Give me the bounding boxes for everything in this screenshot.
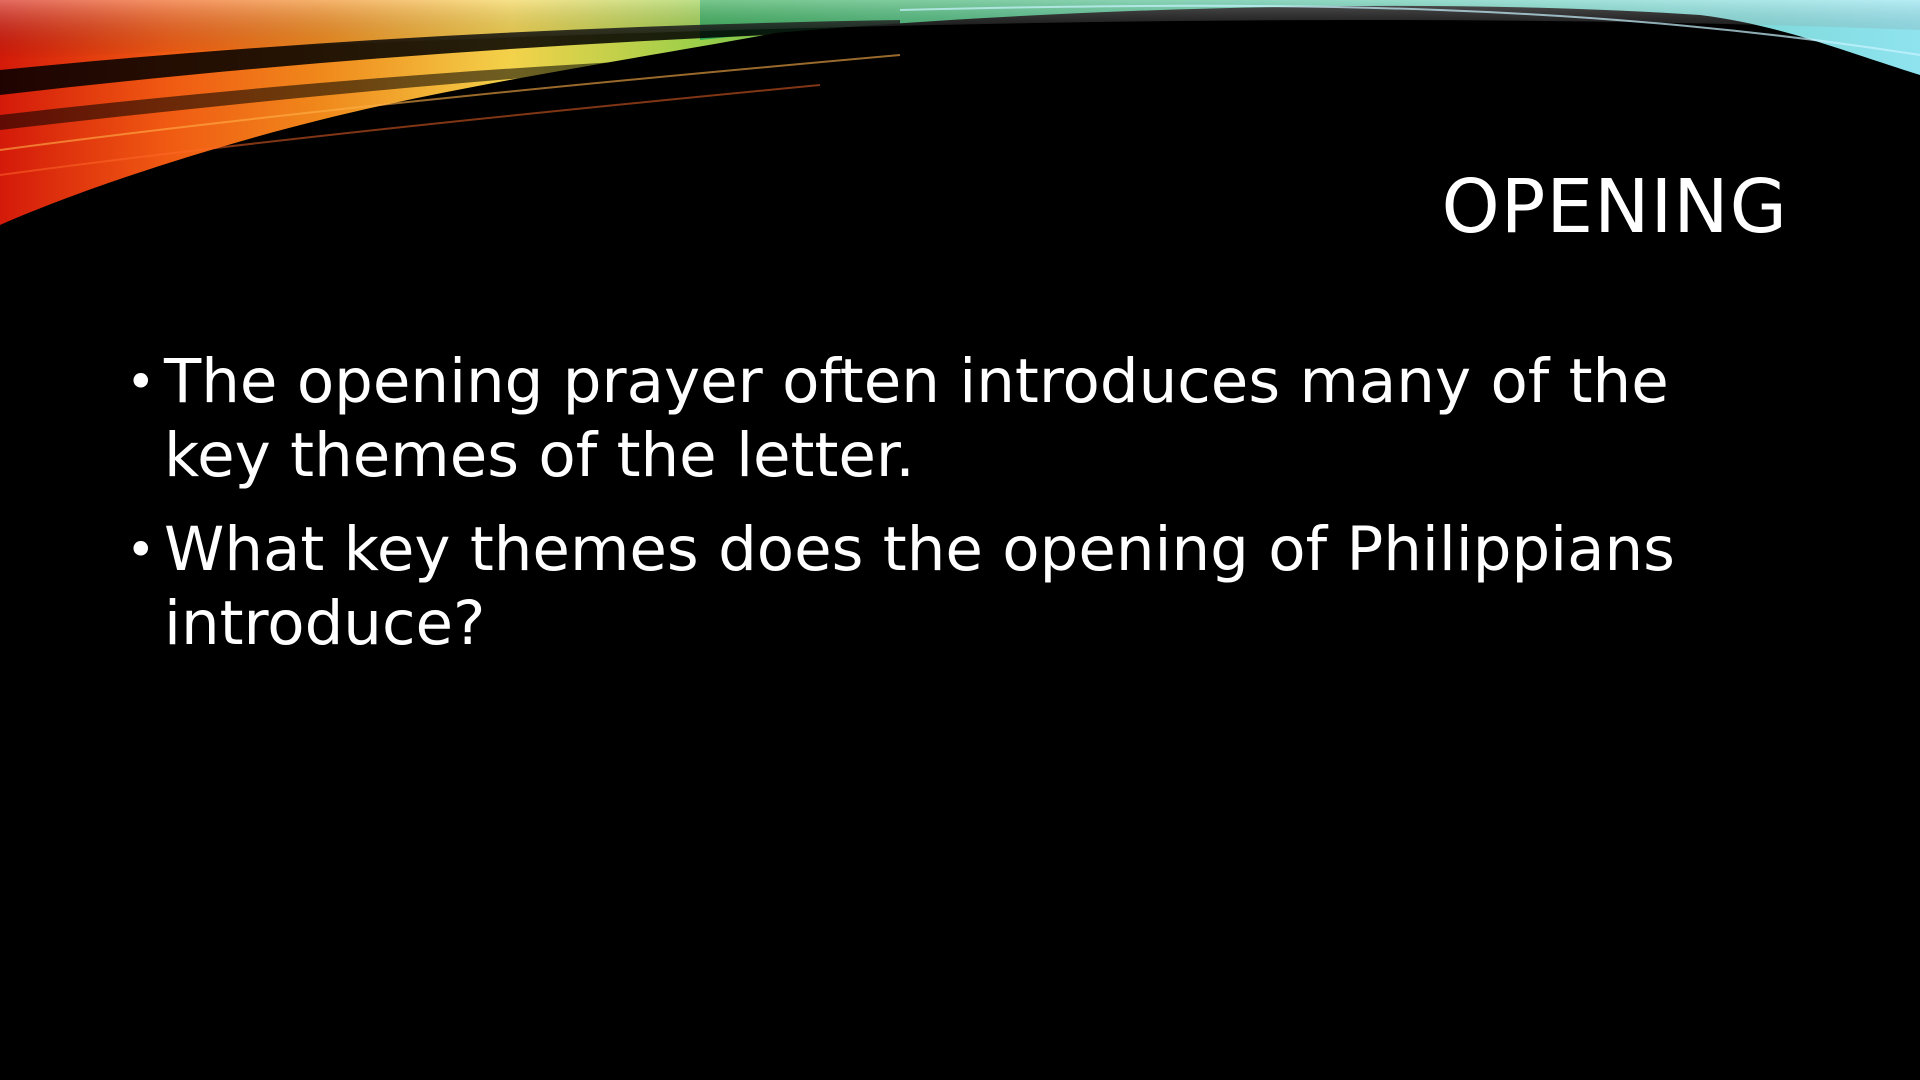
bullet-icon: • (126, 353, 156, 411)
bullet-text: What key themes does the opening of Phil… (164, 514, 1675, 659)
bullet-icon: • (126, 521, 156, 579)
slide: OPENING • The opening prayer often intro… (0, 0, 1920, 1080)
bullet-item: • The opening prayer often introduces ma… (126, 345, 1786, 493)
bullet-item: • What key themes does the opening of Ph… (126, 513, 1786, 661)
bullet-text: The opening prayer often introduces many… (164, 346, 1669, 491)
slide-title: OPENING (1441, 164, 1788, 250)
bullet-list: • The opening prayer often introduces ma… (126, 345, 1786, 681)
